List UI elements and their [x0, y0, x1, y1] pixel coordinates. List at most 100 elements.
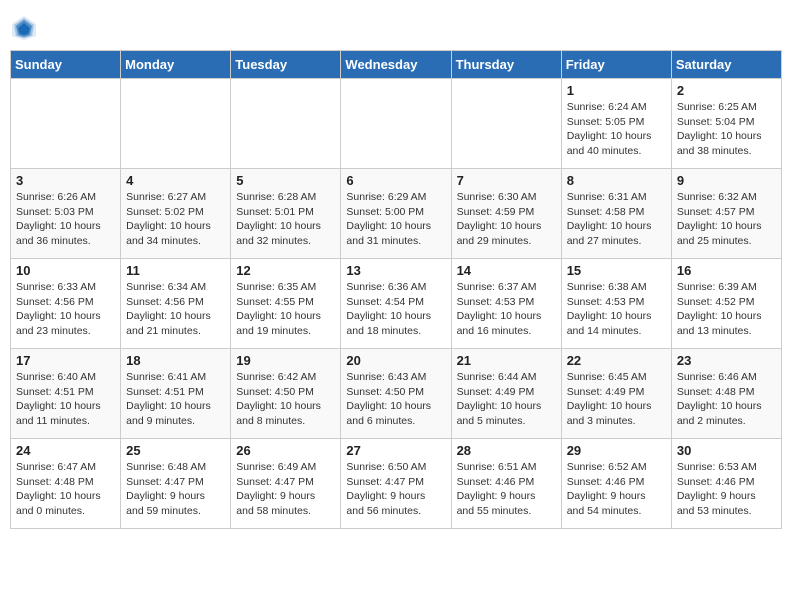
logo	[10, 14, 42, 42]
day-number: 21	[457, 353, 556, 368]
day-number: 19	[236, 353, 335, 368]
day-number: 16	[677, 263, 776, 278]
day-number: 22	[567, 353, 666, 368]
calendar-cell: 6 Sunrise: 6:29 AM Sunset: 5:00 PM Daylig…	[341, 169, 451, 259]
calendar-week-row: 17 Sunrise: 6:40 AM Sunset: 4:51 PM Dayli…	[11, 349, 782, 439]
calendar-cell: 14 Sunrise: 6:37 AM Sunset: 4:53 PM Dayli…	[451, 259, 561, 349]
day-number: 11	[126, 263, 225, 278]
calendar-cell	[451, 79, 561, 169]
day-number: 14	[457, 263, 556, 278]
day-info: Sunrise: 6:52 AM Sunset: 4:46 PM Dayligh…	[567, 460, 666, 519]
calendar-cell	[11, 79, 121, 169]
weekday-header: Tuesday	[231, 51, 341, 79]
weekday-header: Friday	[561, 51, 671, 79]
day-info: Sunrise: 6:24 AM Sunset: 5:05 PM Dayligh…	[567, 100, 666, 159]
calendar-cell	[231, 79, 341, 169]
day-number: 5	[236, 173, 335, 188]
calendar-cell: 9 Sunrise: 6:32 AM Sunset: 4:57 PM Daylig…	[671, 169, 781, 259]
day-number: 15	[567, 263, 666, 278]
day-info: Sunrise: 6:37 AM Sunset: 4:53 PM Dayligh…	[457, 280, 556, 339]
calendar-cell	[341, 79, 451, 169]
day-number: 2	[677, 83, 776, 98]
day-number: 20	[346, 353, 445, 368]
calendar-cell: 20 Sunrise: 6:43 AM Sunset: 4:50 PM Dayli…	[341, 349, 451, 439]
logo-icon	[10, 14, 38, 42]
day-info: Sunrise: 6:34 AM Sunset: 4:56 PM Dayligh…	[126, 280, 225, 339]
calendar-cell: 12 Sunrise: 6:35 AM Sunset: 4:55 PM Dayli…	[231, 259, 341, 349]
day-number: 10	[16, 263, 115, 278]
calendar-cell: 30Sunrise: 6:53 AM Sunset: 4:46 PM Dayli…	[671, 439, 781, 529]
day-info: Sunrise: 6:30 AM Sunset: 4:59 PM Dayligh…	[457, 190, 556, 249]
day-number: 18	[126, 353, 225, 368]
day-number: 27	[346, 443, 445, 458]
day-info: Sunrise: 6:50 AM Sunset: 4:47 PM Dayligh…	[346, 460, 445, 519]
day-info: Sunrise: 6:29 AM Sunset: 5:00 PM Dayligh…	[346, 190, 445, 249]
day-info: Sunrise: 6:40 AM Sunset: 4:51 PM Dayligh…	[16, 370, 115, 429]
day-number: 9	[677, 173, 776, 188]
calendar-cell: 16 Sunrise: 6:39 AM Sunset: 4:52 PM Dayli…	[671, 259, 781, 349]
calendar-cell: 25 Sunrise: 6:48 AM Sunset: 4:47 PM Dayli…	[121, 439, 231, 529]
page-header	[10, 10, 782, 42]
day-info: Sunrise: 6:26 AM Sunset: 5:03 PM Dayligh…	[16, 190, 115, 249]
header-row: SundayMondayTuesdayWednesdayThursdayFrid…	[11, 51, 782, 79]
weekday-header: Monday	[121, 51, 231, 79]
day-info: Sunrise: 6:43 AM Sunset: 4:50 PM Dayligh…	[346, 370, 445, 429]
day-info: Sunrise: 6:25 AM Sunset: 5:04 PM Dayligh…	[677, 100, 776, 159]
day-info: Sunrise: 6:32 AM Sunset: 4:57 PM Dayligh…	[677, 190, 776, 249]
calendar-cell: 23 Sunrise: 6:46 AM Sunset: 4:48 PM Dayli…	[671, 349, 781, 439]
calendar-cell	[121, 79, 231, 169]
day-number: 13	[346, 263, 445, 278]
calendar-cell: 21Sunrise: 6:44 AM Sunset: 4:49 PM Dayli…	[451, 349, 561, 439]
day-number: 12	[236, 263, 335, 278]
calendar-table: SundayMondayTuesdayWednesdayThursdayFrid…	[10, 50, 782, 529]
calendar-cell: 28Sunrise: 6:51 AM Sunset: 4:46 PM Dayli…	[451, 439, 561, 529]
day-number: 24	[16, 443, 115, 458]
day-info: Sunrise: 6:33 AM Sunset: 4:56 PM Dayligh…	[16, 280, 115, 339]
calendar-cell: 17 Sunrise: 6:40 AM Sunset: 4:51 PM Dayli…	[11, 349, 121, 439]
calendar-cell: 27 Sunrise: 6:50 AM Sunset: 4:47 PM Dayli…	[341, 439, 451, 529]
calendar-cell: 1 Sunrise: 6:24 AM Sunset: 5:05 PM Daylig…	[561, 79, 671, 169]
calendar-cell: 3 Sunrise: 6:26 AM Sunset: 5:03 PM Daylig…	[11, 169, 121, 259]
day-info: Sunrise: 6:36 AM Sunset: 4:54 PM Dayligh…	[346, 280, 445, 339]
day-info: Sunrise: 6:48 AM Sunset: 4:47 PM Dayligh…	[126, 460, 225, 519]
day-info: Sunrise: 6:39 AM Sunset: 4:52 PM Dayligh…	[677, 280, 776, 339]
calendar-cell: 24 Sunrise: 6:47 AM Sunset: 4:48 PM Dayli…	[11, 439, 121, 529]
day-info: Sunrise: 6:35 AM Sunset: 4:55 PM Dayligh…	[236, 280, 335, 339]
day-number: 6	[346, 173, 445, 188]
calendar-cell: 7 Sunrise: 6:30 AM Sunset: 4:59 PM Daylig…	[451, 169, 561, 259]
calendar-cell: 8 Sunrise: 6:31 AM Sunset: 4:58 PM Daylig…	[561, 169, 671, 259]
day-number: 1	[567, 83, 666, 98]
calendar-cell: 26Sunrise: 6:49 AM Sunset: 4:47 PM Dayli…	[231, 439, 341, 529]
day-number: 25	[126, 443, 225, 458]
day-info: Sunrise: 6:38 AM Sunset: 4:53 PM Dayligh…	[567, 280, 666, 339]
day-info: Sunrise: 6:49 AM Sunset: 4:47 PM Dayligh…	[236, 460, 335, 519]
calendar-cell: 2 Sunrise: 6:25 AM Sunset: 5:04 PM Daylig…	[671, 79, 781, 169]
day-info: Sunrise: 6:47 AM Sunset: 4:48 PM Dayligh…	[16, 460, 115, 519]
day-number: 28	[457, 443, 556, 458]
day-number: 29	[567, 443, 666, 458]
calendar-cell: 4Sunrise: 6:27 AM Sunset: 5:02 PM Daylig…	[121, 169, 231, 259]
day-number: 17	[16, 353, 115, 368]
calendar-cell: 29 Sunrise: 6:52 AM Sunset: 4:46 PM Dayli…	[561, 439, 671, 529]
weekday-header: Wednesday	[341, 51, 451, 79]
day-number: 7	[457, 173, 556, 188]
calendar-cell: 19 Sunrise: 6:42 AM Sunset: 4:50 PM Dayli…	[231, 349, 341, 439]
calendar-week-row: 1 Sunrise: 6:24 AM Sunset: 5:05 PM Daylig…	[11, 79, 782, 169]
day-number: 23	[677, 353, 776, 368]
calendar-cell: 22Sunrise: 6:45 AM Sunset: 4:49 PM Dayli…	[561, 349, 671, 439]
day-info: Sunrise: 6:31 AM Sunset: 4:58 PM Dayligh…	[567, 190, 666, 249]
day-info: Sunrise: 6:46 AM Sunset: 4:48 PM Dayligh…	[677, 370, 776, 429]
day-number: 8	[567, 173, 666, 188]
day-number: 3	[16, 173, 115, 188]
day-number: 4	[126, 173, 225, 188]
calendar-cell: 11 Sunrise: 6:34 AM Sunset: 4:56 PM Dayli…	[121, 259, 231, 349]
weekday-header: Saturday	[671, 51, 781, 79]
calendar-cell: 5 Sunrise: 6:28 AM Sunset: 5:01 PM Daylig…	[231, 169, 341, 259]
day-number: 30	[677, 443, 776, 458]
calendar-cell: 13 Sunrise: 6:36 AM Sunset: 4:54 PM Dayli…	[341, 259, 451, 349]
calendar-header: SundayMondayTuesdayWednesdayThursdayFrid…	[11, 51, 782, 79]
calendar-body: 1 Sunrise: 6:24 AM Sunset: 5:05 PM Daylig…	[11, 79, 782, 529]
day-info: Sunrise: 6:42 AM Sunset: 4:50 PM Dayligh…	[236, 370, 335, 429]
day-info: Sunrise: 6:28 AM Sunset: 5:01 PM Dayligh…	[236, 190, 335, 249]
day-info: Sunrise: 6:41 AM Sunset: 4:51 PM Dayligh…	[126, 370, 225, 429]
